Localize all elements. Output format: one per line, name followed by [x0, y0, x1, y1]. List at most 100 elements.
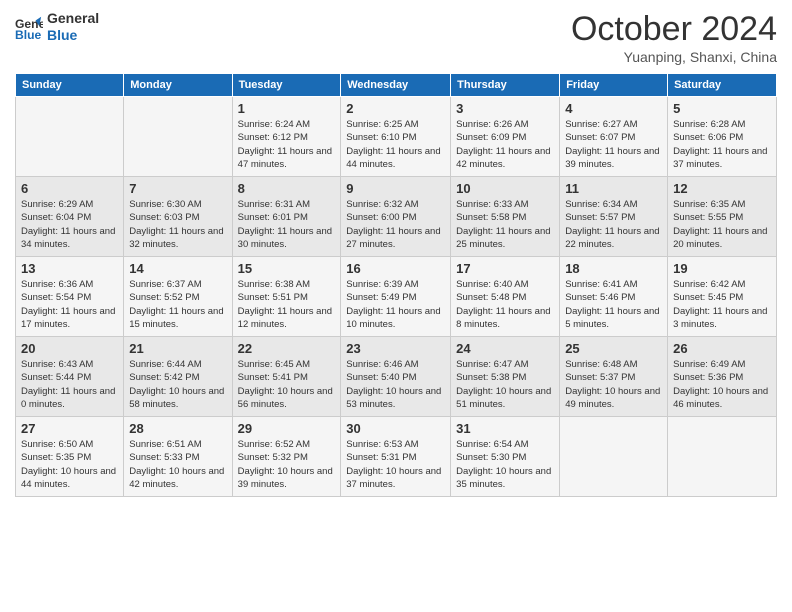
- table-row: 8 Sunrise: 6:31 AMSunset: 6:01 PMDaylight…: [232, 177, 341, 257]
- month-title: October 2024: [571, 10, 777, 49]
- day-info: Sunrise: 6:53 AMSunset: 5:31 PMDaylight:…: [346, 438, 445, 491]
- day-number: 7: [129, 181, 226, 196]
- col-thursday: Thursday: [451, 74, 560, 97]
- day-number: 27: [21, 421, 118, 436]
- table-row: 11 Sunrise: 6:34 AMSunset: 5:57 PMDayligh…: [560, 177, 668, 257]
- col-monday: Monday: [124, 74, 232, 97]
- day-number: 29: [238, 421, 336, 436]
- day-info: Sunrise: 6:40 AMSunset: 5:48 PMDaylight:…: [456, 278, 554, 331]
- day-info: Sunrise: 6:33 AMSunset: 5:58 PMDaylight:…: [456, 198, 554, 251]
- col-tuesday: Tuesday: [232, 74, 341, 97]
- day-info: Sunrise: 6:34 AMSunset: 5:57 PMDaylight:…: [565, 198, 662, 251]
- day-info: Sunrise: 6:32 AMSunset: 6:00 PMDaylight:…: [346, 198, 445, 251]
- day-info: Sunrise: 6:37 AMSunset: 5:52 PMDaylight:…: [129, 278, 226, 331]
- table-row: 20 Sunrise: 6:43 AMSunset: 5:44 PMDayligh…: [16, 337, 124, 417]
- table-row: 5 Sunrise: 6:28 AMSunset: 6:06 PMDaylight…: [668, 97, 777, 177]
- day-info: Sunrise: 6:54 AMSunset: 5:30 PMDaylight:…: [456, 438, 554, 491]
- day-number: 12: [673, 181, 771, 196]
- day-number: 25: [565, 341, 662, 356]
- day-info: Sunrise: 6:41 AMSunset: 5:46 PMDaylight:…: [565, 278, 662, 331]
- day-info: Sunrise: 6:46 AMSunset: 5:40 PMDaylight:…: [346, 358, 445, 411]
- table-row: [124, 97, 232, 177]
- day-info: Sunrise: 6:50 AMSunset: 5:35 PMDaylight:…: [21, 438, 118, 491]
- day-number: 13: [21, 261, 118, 276]
- day-info: Sunrise: 6:36 AMSunset: 5:54 PMDaylight:…: [21, 278, 118, 331]
- header: General Blue General Blue October 2024 Y…: [15, 10, 777, 65]
- table-row: [16, 97, 124, 177]
- logo-icon: General Blue: [15, 13, 43, 41]
- day-number: 22: [238, 341, 336, 356]
- day-number: 5: [673, 101, 771, 116]
- day-number: 28: [129, 421, 226, 436]
- day-number: 2: [346, 101, 445, 116]
- week-row-3: 20 Sunrise: 6:43 AMSunset: 5:44 PMDayligh…: [16, 337, 777, 417]
- day-info: Sunrise: 6:28 AMSunset: 6:06 PMDaylight:…: [673, 118, 771, 171]
- table-row: 21 Sunrise: 6:44 AMSunset: 5:42 PMDayligh…: [124, 337, 232, 417]
- col-friday: Friday: [560, 74, 668, 97]
- col-wednesday: Wednesday: [341, 74, 451, 97]
- logo-general: General: [47, 10, 99, 27]
- table-row: 4Sunrise: 6:27 AMSunset: 6:07 PMDaylight…: [560, 97, 668, 177]
- day-number: 20: [21, 341, 118, 356]
- day-number: 30: [346, 421, 445, 436]
- day-number: 16: [346, 261, 445, 276]
- day-info: Sunrise: 6:44 AMSunset: 5:42 PMDaylight:…: [129, 358, 226, 411]
- col-sunday: Sunday: [16, 74, 124, 97]
- col-saturday: Saturday: [668, 74, 777, 97]
- day-number: 24: [456, 341, 554, 356]
- table-row: 30 Sunrise: 6:53 AMSunset: 5:31 PMDayligh…: [341, 417, 451, 497]
- day-number: 31: [456, 421, 554, 436]
- calendar-page: General Blue General Blue October 2024 Y…: [0, 0, 792, 612]
- table-row: 29 Sunrise: 6:52 AMSunset: 5:32 PMDayligh…: [232, 417, 341, 497]
- day-number: 11: [565, 181, 662, 196]
- day-info: Sunrise: 6:52 AMSunset: 5:32 PMDaylight:…: [238, 438, 336, 491]
- day-info: Sunrise: 6:45 AMSunset: 5:41 PMDaylight:…: [238, 358, 336, 411]
- week-row-2: 13 Sunrise: 6:36 AMSunset: 5:54 PMDayligh…: [16, 257, 777, 337]
- day-number: 1: [238, 101, 336, 116]
- day-info: Sunrise: 6:31 AMSunset: 6:01 PMDaylight:…: [238, 198, 336, 251]
- table-row: 16 Sunrise: 6:39 AMSunset: 5:49 PMDayligh…: [341, 257, 451, 337]
- day-info: Sunrise: 6:42 AMSunset: 5:45 PMDaylight:…: [673, 278, 771, 331]
- table-row: 17Sunrise: 6:40 AMSunset: 5:48 PMDayligh…: [451, 257, 560, 337]
- week-row-1: 6 Sunrise: 6:29 AMSunset: 6:04 PMDaylight…: [16, 177, 777, 257]
- table-row: 28Sunrise: 6:51 AMSunset: 5:33 PMDayligh…: [124, 417, 232, 497]
- day-number: 23: [346, 341, 445, 356]
- table-row: 23 Sunrise: 6:46 AMSunset: 5:40 PMDayligh…: [341, 337, 451, 417]
- table-row: 14 Sunrise: 6:37 AMSunset: 5:52 PMDayligh…: [124, 257, 232, 337]
- day-info: Sunrise: 6:30 AMSunset: 6:03 PMDaylight:…: [129, 198, 226, 251]
- logo: General Blue General Blue: [15, 10, 99, 44]
- day-number: 10: [456, 181, 554, 196]
- week-row-4: 27 Sunrise: 6:50 AMSunset: 5:35 PMDayligh…: [16, 417, 777, 497]
- day-info: Sunrise: 6:43 AMSunset: 5:44 PMDaylight:…: [21, 358, 118, 411]
- table-row: 10 Sunrise: 6:33 AMSunset: 5:58 PMDayligh…: [451, 177, 560, 257]
- day-number: 14: [129, 261, 226, 276]
- table-row: 31 Sunrise: 6:54 AMSunset: 5:30 PMDayligh…: [451, 417, 560, 497]
- day-number: 4: [565, 101, 662, 116]
- table-row: 3Sunrise: 6:26 AMSunset: 6:09 PMDaylight…: [451, 97, 560, 177]
- day-info: Sunrise: 6:48 AMSunset: 5:37 PMDaylight:…: [565, 358, 662, 411]
- table-row: 18 Sunrise: 6:41 AMSunset: 5:46 PMDayligh…: [560, 257, 668, 337]
- table-row: 24 Sunrise: 6:47 AMSunset: 5:38 PMDayligh…: [451, 337, 560, 417]
- day-number: 18: [565, 261, 662, 276]
- calendar-table: Sunday Monday Tuesday Wednesday Thursday…: [15, 73, 777, 497]
- table-row: 13 Sunrise: 6:36 AMSunset: 5:54 PMDayligh…: [16, 257, 124, 337]
- day-info: Sunrise: 6:29 AMSunset: 6:04 PMDaylight:…: [21, 198, 118, 251]
- table-row: 2Sunrise: 6:25 AMSunset: 6:10 PMDaylight…: [341, 97, 451, 177]
- day-number: 6: [21, 181, 118, 196]
- day-info: Sunrise: 6:39 AMSunset: 5:49 PMDaylight:…: [346, 278, 445, 331]
- day-number: 21: [129, 341, 226, 356]
- day-info: Sunrise: 6:47 AMSunset: 5:38 PMDaylight:…: [456, 358, 554, 411]
- table-row: 1 Sunrise: 6:24 AMSunset: 6:12 PMDaylight…: [232, 97, 341, 177]
- day-info: Sunrise: 6:24 AMSunset: 6:12 PMDaylight:…: [238, 118, 336, 171]
- header-row: Sunday Monday Tuesday Wednesday Thursday…: [16, 74, 777, 97]
- day-info: Sunrise: 6:26 AMSunset: 6:09 PMDaylight:…: [456, 118, 554, 171]
- week-row-0: 1 Sunrise: 6:24 AMSunset: 6:12 PMDaylight…: [16, 97, 777, 177]
- location-subtitle: Yuanping, Shanxi, China: [571, 49, 777, 65]
- day-number: 8: [238, 181, 336, 196]
- svg-text:Blue: Blue: [15, 28, 42, 41]
- title-block: October 2024 Yuanping, Shanxi, China: [571, 10, 777, 65]
- day-info: Sunrise: 6:38 AMSunset: 5:51 PMDaylight:…: [238, 278, 336, 331]
- table-row: 7 Sunrise: 6:30 AMSunset: 6:03 PMDaylight…: [124, 177, 232, 257]
- table-row: [560, 417, 668, 497]
- day-info: Sunrise: 6:35 AMSunset: 5:55 PMDaylight:…: [673, 198, 771, 251]
